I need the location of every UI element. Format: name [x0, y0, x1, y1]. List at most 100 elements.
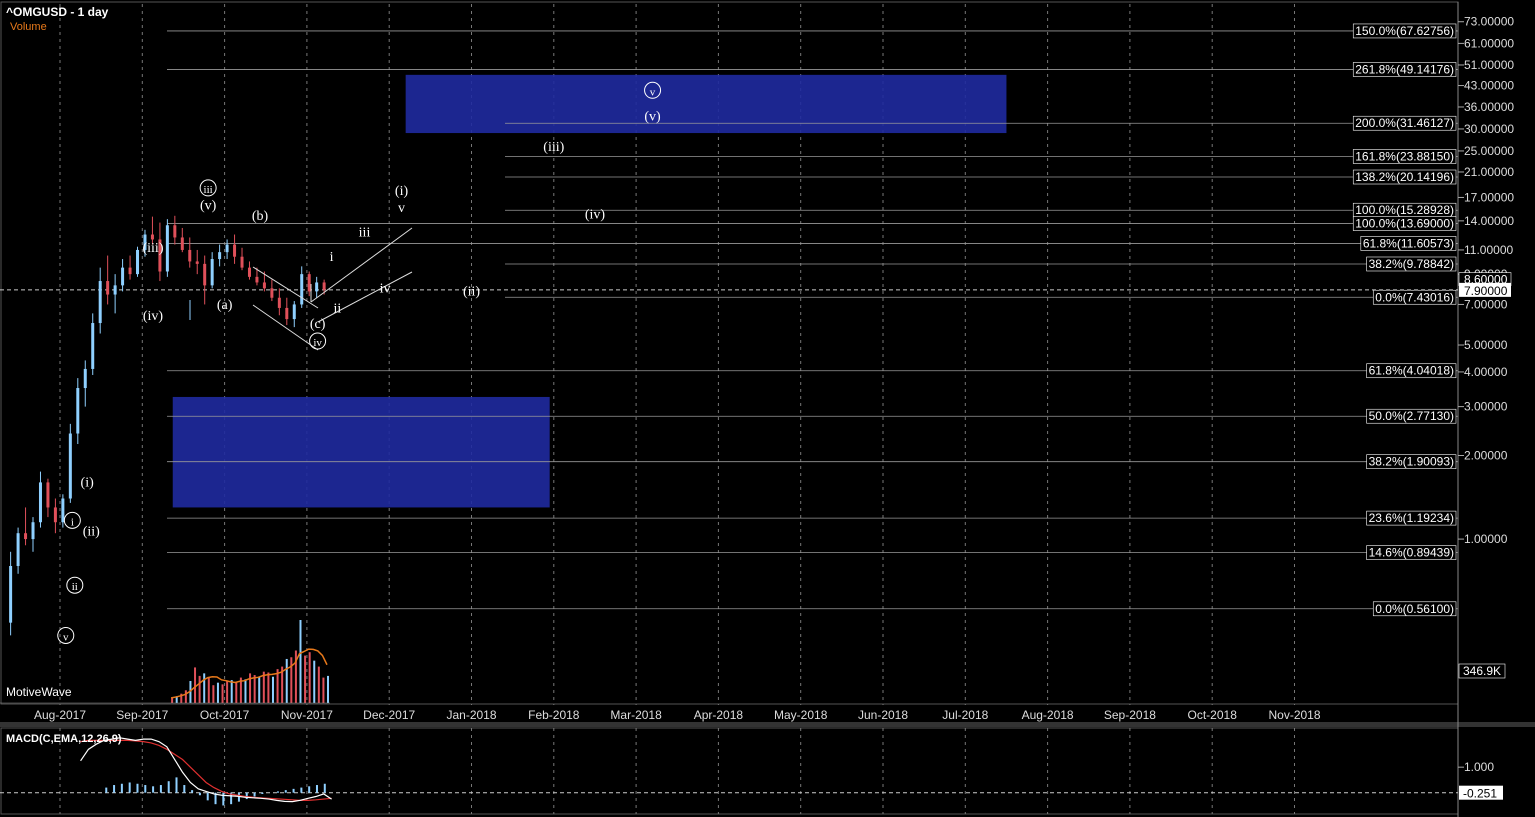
macd-histogram-bar: [284, 790, 287, 793]
candle-body: [180, 237, 184, 250]
wave-label: (v): [644, 109, 661, 124]
candle-body: [113, 285, 117, 295]
y-tick-label: 4.00000: [1464, 365, 1508, 379]
candle-body: [300, 274, 304, 305]
macd-histogram-bar: [222, 792, 225, 806]
x-tick-label: Sep-2017: [116, 708, 168, 722]
macd-histogram-bar: [308, 786, 311, 793]
candle-body: [240, 256, 244, 268]
volume-bar: [244, 679, 247, 703]
y-tick-label: 2.00000: [1464, 449, 1508, 463]
wave-label: (c): [310, 317, 326, 332]
fib-level-label: 50.0%(2.77130): [1369, 409, 1454, 423]
volume-bar: [212, 685, 215, 703]
wave-label: v: [650, 86, 656, 98]
x-tick-label: Aug-2017: [34, 708, 86, 722]
fib-level-label: 161.8%(23.88150): [1355, 149, 1454, 163]
brand-watermark: MotiveWave: [6, 685, 72, 699]
y-tick-label: 25.00000: [1464, 144, 1514, 158]
candle-body: [218, 252, 222, 260]
fib-level-label: 100.0%(13.69000): [1355, 217, 1454, 231]
target-zone: [405, 74, 1007, 134]
macd-histogram-bar: [136, 783, 139, 793]
wave-label: (ii): [83, 524, 100, 539]
fib-level-label: 61.8%(4.04018): [1369, 364, 1454, 378]
candle-body: [76, 388, 80, 434]
candle-body: [270, 288, 274, 298]
wave-label: (iii): [543, 140, 564, 155]
macd-label: MACD(C,EMA,12,26,9): [6, 733, 122, 745]
candle-body: [247, 267, 251, 277]
macd-histogram-bar: [206, 792, 209, 801]
candle-body: [262, 282, 266, 289]
y-tick-label: 30.00000: [1464, 122, 1514, 136]
volume-bar: [285, 658, 288, 703]
fib-level-label: 261.8%(49.14176): [1355, 62, 1454, 76]
fib-level-label: 61.8%(11.60573): [1363, 236, 1454, 250]
macd-histogram-bar: [159, 785, 162, 793]
candle-body: [150, 234, 154, 240]
x-tick-label: Oct-2018: [1188, 708, 1238, 722]
volume-bar: [235, 681, 238, 703]
candle-body: [16, 533, 20, 566]
current-price-label: 7.90000: [1464, 284, 1508, 298]
fib-level-label: 38.2%(1.90093): [1369, 455, 1454, 469]
candle-body: [9, 565, 13, 623]
macd-histogram-bar: [144, 785, 147, 793]
wave-label: i: [71, 516, 74, 528]
x-tick-label: Dec-2017: [363, 708, 415, 722]
wave-label: (v): [200, 199, 217, 214]
macd-histogram-bar: [315, 785, 318, 793]
volume-bar: [322, 677, 325, 703]
volume-bar: [304, 655, 307, 703]
candle-body: [24, 533, 28, 540]
volume-bar: [221, 684, 224, 703]
volume-bar: [171, 697, 174, 703]
macd-histogram-bar: [167, 781, 170, 793]
macd-histogram-bar: [276, 791, 279, 793]
wave-label: (b): [252, 209, 269, 224]
x-tick-label: Feb-2018: [528, 708, 580, 722]
y-tick-label: 21.00000: [1464, 165, 1514, 179]
x-tick-label: Sep-2018: [1104, 708, 1156, 722]
candle-body: [31, 522, 35, 540]
x-tick-label: Jan-2018: [446, 708, 496, 722]
candle-body: [203, 263, 207, 286]
y-tick-label: 11.00000: [1464, 243, 1513, 257]
x-tick-label: May-2018: [774, 708, 828, 722]
chart-canvas[interactable]: Aug-2017 Sep-2017 Oct-2017 Nov-2017 Dec-2017…: [0, 0, 1535, 817]
macd-histogram-bar: [253, 792, 256, 797]
y-tick-label: 3.00000: [1464, 400, 1508, 414]
wave-label: ii: [333, 302, 341, 317]
volume-value-label: 346.9K: [1463, 664, 1501, 678]
volume-bar: [207, 677, 210, 703]
candle-body: [121, 267, 125, 286]
candle-body: [83, 368, 87, 389]
volume-bar: [317, 666, 320, 703]
y-tick-label: 5.00000: [1464, 338, 1508, 352]
y-tick-label: 1.00000: [1464, 532, 1508, 546]
candle-body: [53, 507, 57, 523]
candle-body: [210, 259, 214, 286]
macd-histogram-bar: [128, 782, 131, 793]
x-tick-label: Oct-2017: [200, 708, 250, 722]
y-tick-label: 36.00000: [1464, 100, 1514, 114]
macd-histogram-bar: [120, 783, 123, 793]
macd-histogram-bar: [105, 787, 108, 793]
candle-body: [98, 281, 102, 324]
y-tick-label: 51.00000: [1464, 58, 1514, 72]
fib-level-label: 14.6%(0.89439): [1369, 546, 1454, 560]
wave-label: iv: [313, 337, 322, 349]
fib-level-label: 150.0%(67.62756): [1355, 24, 1454, 38]
fib-level-label: 23.6%(1.19234): [1369, 511, 1454, 525]
volume-bar: [253, 675, 256, 703]
candle-body: [307, 274, 311, 292]
macd-histogram-bar: [198, 792, 201, 796]
channel-line: [317, 271, 413, 323]
x-tick-label: Mar-2018: [610, 708, 662, 722]
candle-body: [165, 225, 169, 272]
fib-level-label: 0.0%(0.56100): [1375, 602, 1454, 616]
y-tick-label: 43.00000: [1464, 79, 1514, 93]
candle-body: [188, 249, 192, 262]
volume-bar: [308, 652, 311, 703]
